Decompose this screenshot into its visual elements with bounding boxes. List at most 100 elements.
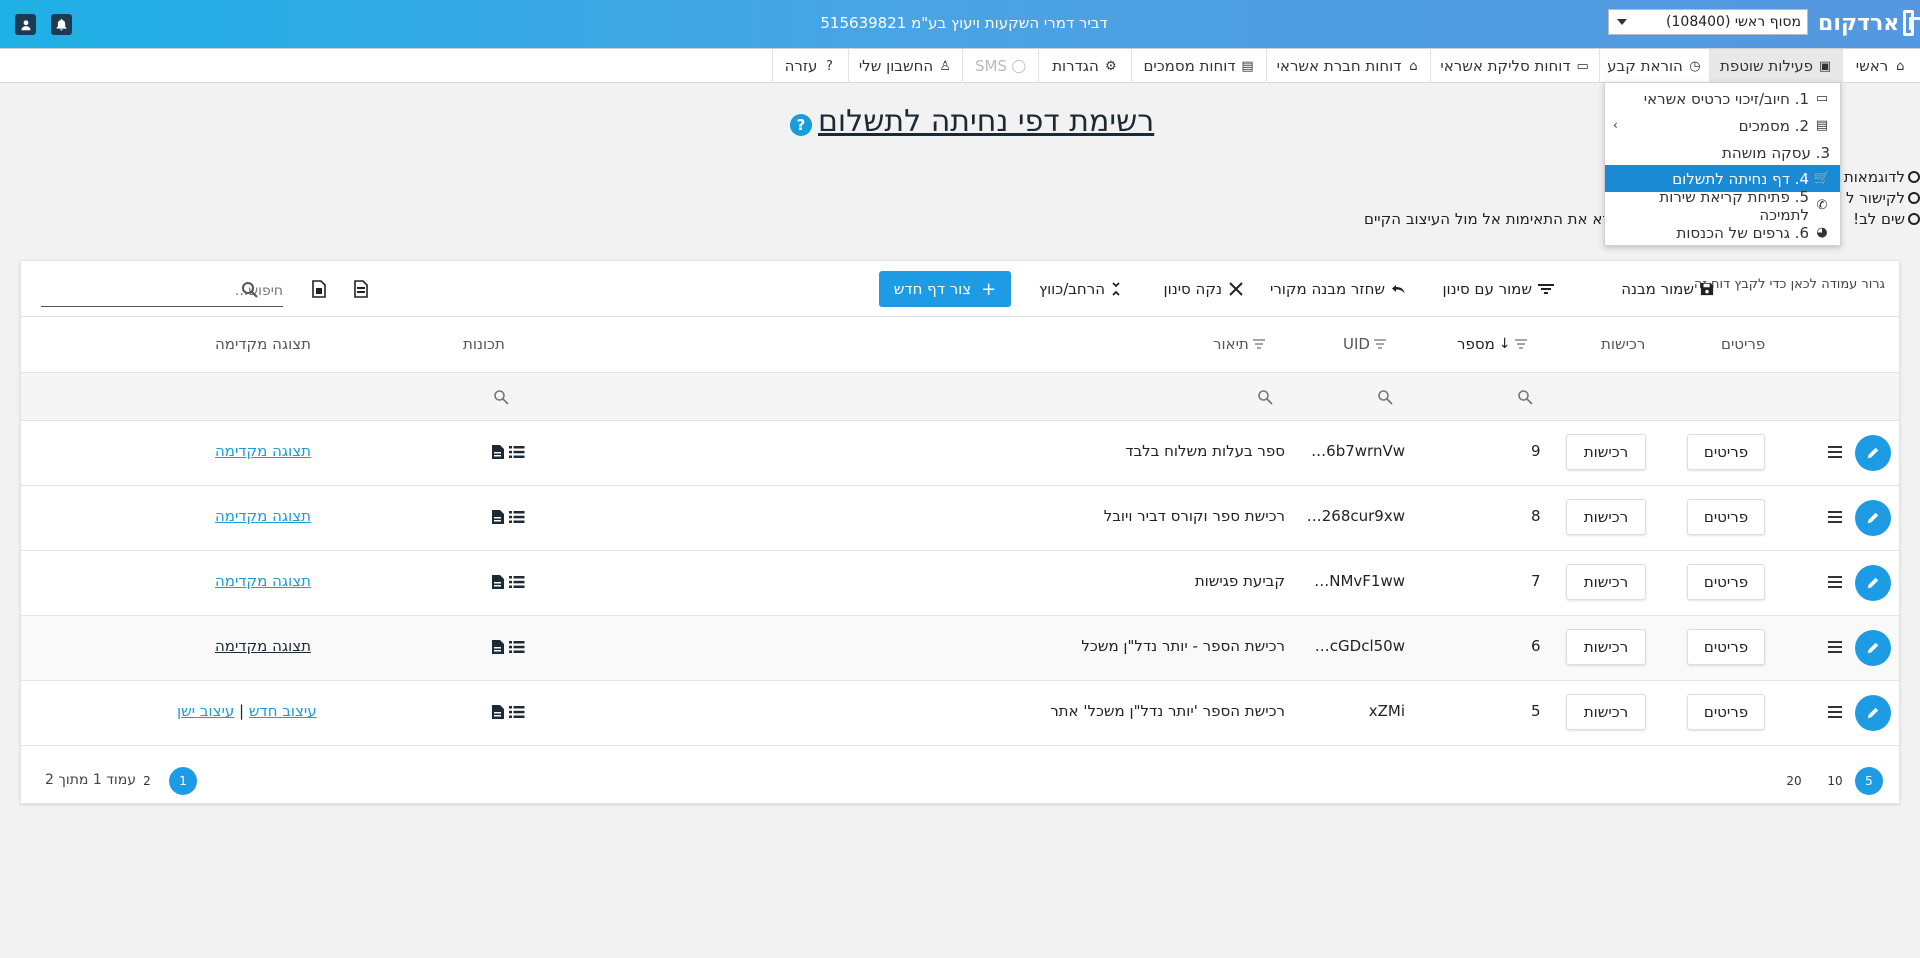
circle-icon (1908, 213, 1920, 225)
table-row[interactable]: פריטים רכישות 5 xZMi רכישת הספר 'יותר נד… (21, 681, 1899, 746)
export-excel-icon[interactable] (311, 280, 327, 298)
page-title: רשימת דפי נחיתה לתשלום (818, 104, 1155, 139)
create-new-page-button[interactable]: + צור דף חדש (879, 271, 1011, 307)
search-icon[interactable] (1257, 389, 1273, 405)
terminal-select[interactable]: מסוף ראשי (108400) (1608, 9, 1808, 35)
search-icon[interactable] (1377, 389, 1393, 405)
column-header-label: מספר (1457, 335, 1495, 353)
search-field[interactable] (41, 275, 283, 307)
expand-collapse-button[interactable]: הרחב/כווץ (1039, 278, 1121, 300)
column-header-description[interactable]: תיאור (1213, 335, 1265, 353)
nav-ongoing-activity[interactable]: ▣ פעילות שוטפת (1709, 49, 1842, 83)
list-icon[interactable] (509, 640, 525, 654)
clear-filter-button[interactable]: נקה סינון (1164, 278, 1244, 300)
nav-credit-company-reports[interactable]: ⌂ דוחות חברת אשראי (1266, 49, 1430, 83)
details-button[interactable]: פריטים (1687, 694, 1765, 730)
document-icon[interactable] (491, 639, 505, 655)
user-icon[interactable] (15, 14, 36, 35)
menu-item-support-ticket[interactable]: ✆ 5. פתיחת קריאת שירות לתמיכה (1605, 188, 1840, 224)
purchases-button[interactable]: רכישות (1566, 564, 1646, 600)
menu-item-documents[interactable]: ▤ 2. מסמכים › (1605, 112, 1840, 139)
nav-standing-order[interactable]: ◷ הוראת קבע (1599, 49, 1709, 83)
table-row[interactable]: פריטים רכישות 7 NMvF1ww… קביעת פגישות תצ… (21, 551, 1899, 616)
save-layout-button[interactable]: שמור מבנה (1621, 278, 1714, 300)
menu-item-paused-transaction[interactable]: 3. עסקה מושהת (1605, 139, 1840, 166)
column-header-preview[interactable]: תצוגה מקדימה (215, 335, 311, 353)
undo-icon (1392, 285, 1405, 294)
preview-link[interactable]: תצוגה מקדימה (215, 637, 311, 655)
logo[interactable]: ארדקום (1818, 6, 1920, 40)
row-features (491, 509, 525, 525)
menu-item-credit-charge[interactable]: ▭ 1. חיוב/זיכוי כרטיס אשראי (1605, 85, 1840, 112)
edit-icon[interactable] (1855, 565, 1891, 601)
nav-settings[interactable]: ⚙ הגדרות (1038, 49, 1131, 83)
edit-icon[interactable] (1855, 630, 1891, 666)
table-row[interactable]: פריטים רכישות 8 268cur9xw… רכישת ספר וקו… (21, 486, 1899, 551)
bell-icon[interactable] (51, 14, 72, 35)
column-header-features[interactable]: תכונות (463, 335, 505, 353)
page-size-option[interactable]: 5 (1855, 767, 1883, 795)
new-design-link[interactable]: עיצוב חדש (249, 702, 317, 720)
filter-icon[interactable] (1373, 339, 1386, 349)
details-button[interactable]: פריטים (1687, 629, 1765, 665)
preview-link[interactable]: תצוגה מקדימה (215, 572, 311, 590)
column-header-uid[interactable]: UID (1343, 335, 1386, 353)
preview-link[interactable]: תצוגה מקדימה (215, 442, 311, 460)
filter-icon[interactable] (1252, 339, 1265, 349)
page-size-option[interactable]: 10 (1821, 767, 1849, 795)
search-icon[interactable] (1517, 389, 1533, 405)
edit-icon[interactable] (1855, 500, 1891, 536)
document-icon[interactable] (491, 444, 505, 460)
page-button[interactable]: 2 (133, 767, 161, 795)
save-filter-button[interactable]: שמור עם סינון (1442, 278, 1554, 300)
edit-icon[interactable] (1855, 435, 1891, 471)
nav-sms[interactable]: ◯ SMS (962, 49, 1038, 83)
nav-credit-clearing-reports[interactable]: ▭ דוחות סליקת אשראי (1430, 49, 1599, 83)
list-icon[interactable] (509, 575, 525, 589)
nav-help[interactable]: ? עזרה (772, 49, 848, 83)
table-row[interactable]: פריטים רכישות 6 cGDcl50w… רכישת הספר - י… (21, 616, 1899, 681)
purchases-button[interactable]: רכישות (1566, 694, 1646, 730)
document-icon[interactable] (491, 574, 505, 590)
table-row[interactable]: פריטים רכישות 9 6b7wrnVw… ספר בעלות משלו… (21, 421, 1899, 486)
drag-handle-icon[interactable] (1828, 706, 1842, 721)
list-icon[interactable] (509, 510, 525, 524)
filter-icon[interactable] (1514, 339, 1527, 349)
column-header-details[interactable]: פריטים (1721, 335, 1765, 353)
page-size-option[interactable]: 20 (1780, 767, 1808, 795)
drag-handle-icon[interactable] (1828, 641, 1842, 656)
export-pdf-icon[interactable] (353, 280, 369, 298)
details-button[interactable]: פריטים (1687, 499, 1765, 535)
nav-home[interactable]: ⌂ ראשי (1842, 49, 1920, 83)
filter-lines-icon (1538, 284, 1554, 294)
restore-layout-button[interactable]: שחזר מבנה מקורי (1270, 278, 1407, 300)
menu-item-label: 1. חיוב/זיכוי כרטיס אשראי (1643, 89, 1809, 108)
row-uid: xZMi (1368, 702, 1405, 720)
list-icon[interactable] (509, 705, 525, 719)
drag-handle-icon[interactable] (1828, 446, 1842, 461)
old-design-link[interactable]: עיצוב ישן (177, 702, 234, 720)
info-line-link[interactable]: לקישור ל (1846, 189, 1920, 207)
info-line-examples[interactable]: לדוגמאות (1844, 168, 1920, 186)
nav-document-reports[interactable]: ▤ דוחות מסמכים (1131, 49, 1266, 83)
edit-icon[interactable] (1855, 695, 1891, 731)
document-icon[interactable] (491, 704, 505, 720)
group-drag-hint[interactable]: גרור עמודה לכאן כדי לקבץ דוח זה (1694, 277, 1885, 292)
preview-link[interactable]: תצוגה מקדימה (215, 507, 311, 525)
nav-my-account[interactable]: ♙ החשבון שלי (848, 49, 962, 83)
purchases-button[interactable]: רכישות (1566, 629, 1646, 665)
list-icon[interactable] (509, 445, 525, 459)
menu-item-income-graphs[interactable]: ◕ 6. גרפים של הכנסות (1605, 219, 1840, 246)
column-header-number[interactable]: ↓ מספר (1457, 335, 1527, 353)
search-icon[interactable] (493, 389, 509, 405)
drag-handle-icon[interactable] (1828, 511, 1842, 526)
column-header-purchases[interactable]: רכישות (1601, 335, 1645, 353)
page-button[interactable]: 1 (169, 767, 197, 795)
details-button[interactable]: פריטים (1687, 564, 1765, 600)
drag-handle-icon[interactable] (1828, 576, 1842, 591)
document-icon[interactable] (491, 509, 505, 525)
details-button[interactable]: פריטים (1687, 434, 1765, 470)
purchases-button[interactable]: רכישות (1566, 434, 1646, 470)
help-icon[interactable]: ? (790, 114, 812, 136)
purchases-button[interactable]: רכישות (1566, 499, 1646, 535)
